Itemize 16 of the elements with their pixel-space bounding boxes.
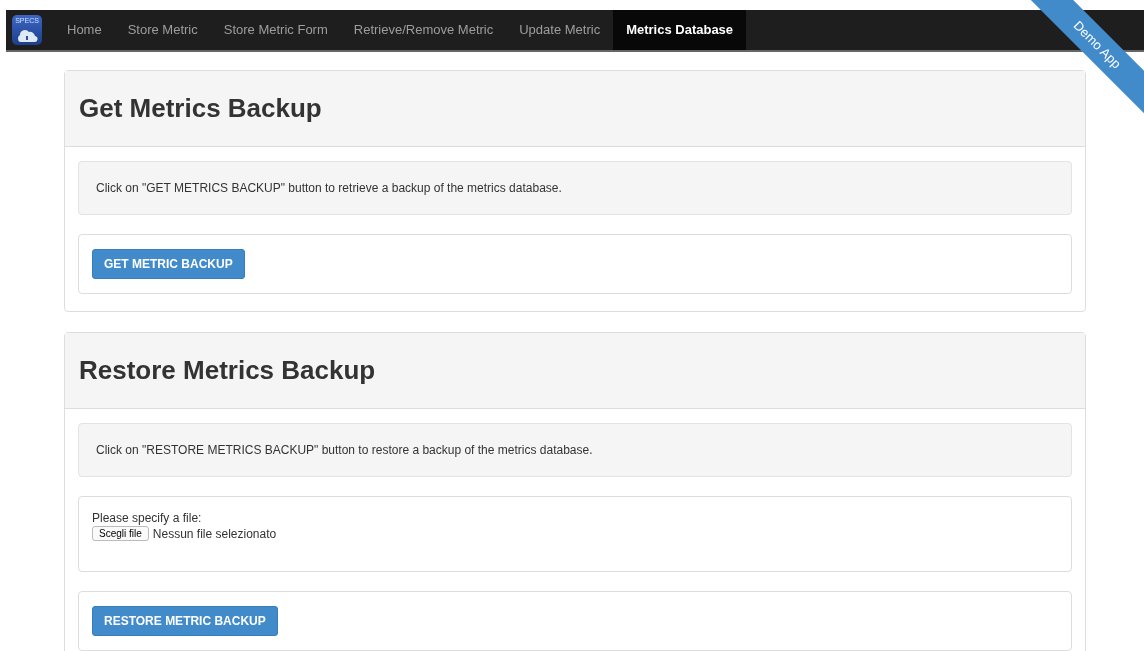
panel-title: Restore Metrics Backup [79, 355, 376, 386]
nav-tab[interactable]: Home [54, 10, 115, 50]
file-status: Nessun file selezionato [152, 526, 277, 541]
info-text: Click on "GET METRICS BACKUP" button to retrieve a backup of the metrics database. [96, 181, 562, 195]
backup-button[interactable]: GET METRIC BACKUP [92, 249, 245, 279]
nav-tab[interactable]: Update Metric [506, 10, 614, 50]
nav-tab[interactable]: Metrics Database [613, 10, 747, 50]
nav-tab[interactable]: Retrieve/Remove Metric [340, 10, 507, 50]
file-label: Please specify a file: [92, 511, 203, 525]
panel-title: Get Metrics Backup [79, 93, 322, 124]
choose-file-button[interactable]: Scegli file [92, 526, 149, 541]
cloud-icon [16, 29, 38, 43]
backup-button[interactable]: RESTORE METRIC BACKUP [92, 606, 278, 636]
info-text: Click on "RESTORE METRICS BACKUP" button to restore a backup of the metrics database. [96, 443, 593, 457]
nav-tab[interactable]: Store Metric Form [210, 10, 341, 50]
nav-tab[interactable]: Store Metric [114, 10, 211, 50]
